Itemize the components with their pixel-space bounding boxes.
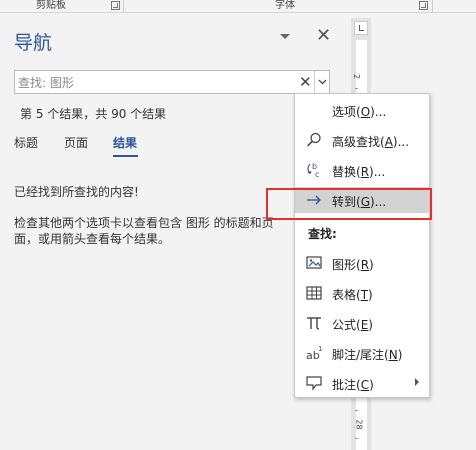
result-count: 第 5 个结果，共 90 个结果	[20, 107, 167, 121]
ribbon-group-strip: 剪贴板 字体	[0, 0, 476, 13]
comment-icon	[306, 376, 322, 391]
clear-search-icon[interactable]: ✕	[299, 73, 312, 91]
menu-item-goto[interactable]: 转到(G)...	[295, 187, 429, 213]
tab-results[interactable]: 结果	[113, 134, 137, 151]
svg-text:c: c	[315, 170, 319, 179]
ruler-number: 2	[352, 73, 362, 80]
clipboard-launcher-icon[interactable]	[111, 1, 120, 10]
menu-item-find-equations[interactable]: 公式(E)	[295, 310, 429, 336]
menu-item-label: 替换(R)...	[332, 165, 386, 179]
menu-item-find-footnotes[interactable]: ab 1 脚注/尾注(N)	[295, 340, 429, 366]
chevron-right-icon	[415, 378, 419, 386]
menu-item-find-comments[interactable]: 批注(C)	[295, 370, 429, 396]
ribbon-separator	[123, 0, 124, 12]
tab-pages[interactable]: 页面	[64, 134, 88, 151]
arrow-right-icon	[307, 195, 321, 205]
hint-message: 检查其他两个选项卡以查看包含 图形 的标题和页面，或用箭头查看每个结果。	[14, 216, 274, 246]
menu-item-replace[interactable]: bc 替换(R)...	[295, 157, 429, 183]
menu-item-label: 选项(O)...	[332, 105, 387, 119]
graphic-icon	[306, 256, 322, 269]
ruler-tick	[355, 410, 358, 411]
chevron-down-icon	[318, 79, 327, 85]
menu-item-label: 表格(T)	[332, 288, 373, 302]
search-box: ✕	[14, 70, 330, 94]
menu-item-label: 公式(E)	[332, 318, 373, 332]
ruler-number: 28	[354, 419, 364, 430]
ribbon-separator	[432, 0, 433, 12]
pane-options-arrow-icon[interactable]	[280, 34, 290, 39]
svg-text:1: 1	[318, 345, 322, 353]
ribbon-group-font: 字体	[275, 0, 295, 11]
menu-item-advanced-find[interactable]: 高级查找(A)...	[295, 127, 429, 153]
active-tab-indicator	[113, 155, 138, 157]
menu-item-options[interactable]: 选项(O)...	[295, 97, 429, 123]
tab-headings[interactable]: 标题	[14, 134, 38, 151]
close-icon[interactable]: ✕	[316, 26, 331, 46]
ribbon-group-clipboard: 剪贴板	[36, 0, 66, 11]
menu-item-label: 批注(C)	[332, 378, 374, 392]
replace-icon: bc	[307, 162, 319, 179]
font-launcher-icon[interactable]	[419, 1, 428, 10]
footnote-icon: ab1	[306, 345, 322, 362]
menu-item-label: 转到(G)...	[332, 195, 387, 209]
pi-icon	[307, 317, 321, 330]
search-dropdown-button[interactable]	[314, 71, 330, 93]
found-message: 已经找到所查找的内容!	[14, 185, 139, 199]
menu-item-label: 高级查找(A)...	[332, 135, 410, 149]
menu-item-find-graphics[interactable]: 图形(R)	[295, 250, 429, 276]
find-section-label: 查找:	[308, 227, 337, 241]
tab-selector-icon[interactable]	[354, 21, 368, 35]
search-input[interactable]	[16, 72, 296, 92]
menu-item-find-tables[interactable]: 表格(T)	[295, 280, 429, 306]
menu-item-label: 脚注/尾注(N)	[332, 348, 403, 362]
search-options-menu: 选项(O)... 高级查找(A)... bc 替换(R)... 转到(G)...…	[294, 93, 430, 398]
table-icon	[306, 286, 322, 300]
ruler-tick	[355, 88, 358, 89]
ruler-tick	[355, 438, 358, 439]
menu-item-label: 图形(R)	[332, 258, 374, 272]
nav-pane-title: 导航	[14, 32, 53, 54]
search-icon	[306, 132, 321, 147]
